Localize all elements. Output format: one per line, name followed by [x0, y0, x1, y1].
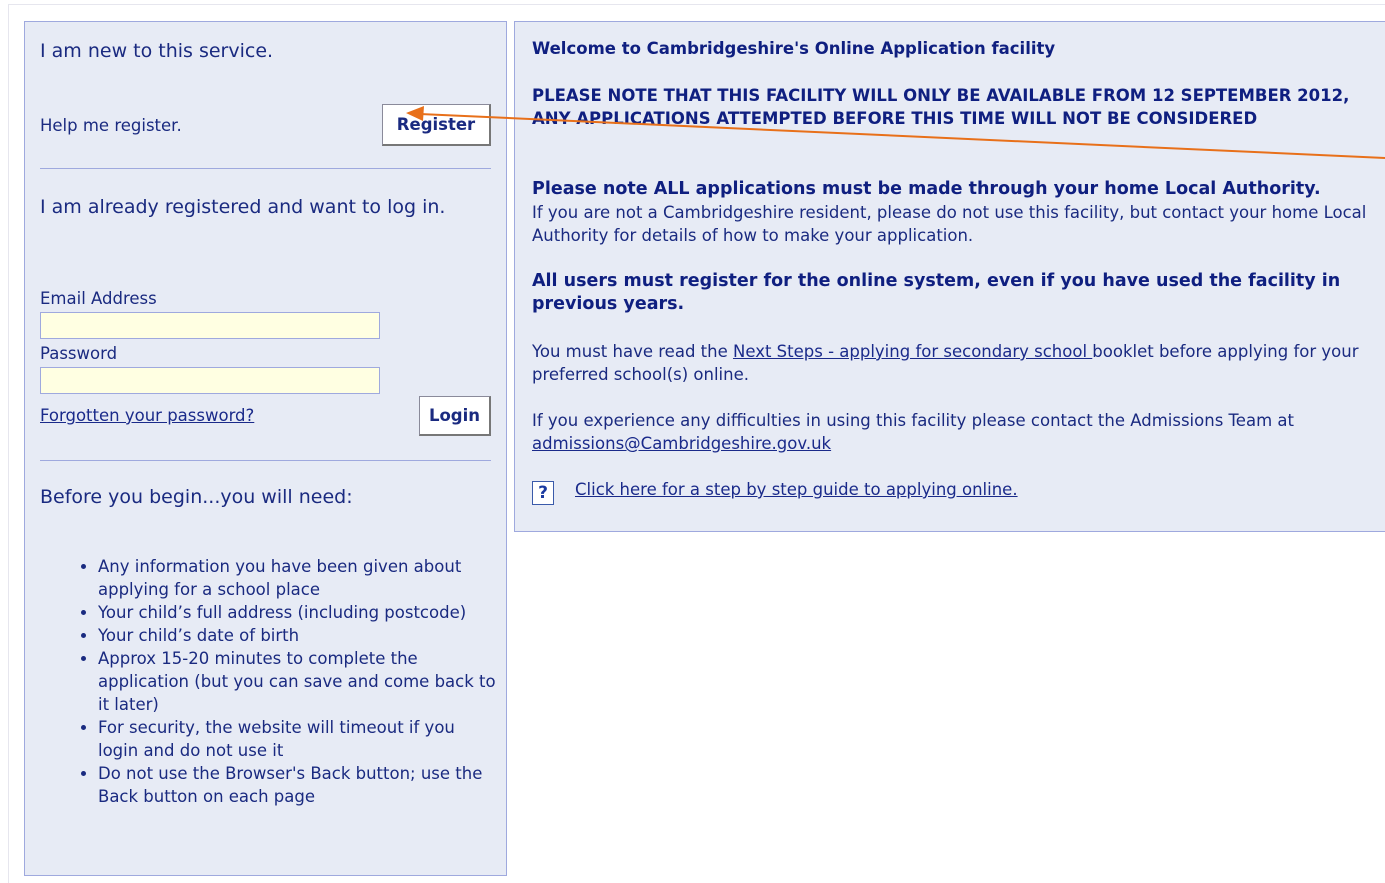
difficulties-text: If you experience any difficulties in us… [532, 411, 1294, 430]
list-item: Do not use the Browser's Back button; us… [98, 762, 498, 808]
difficulties-note: If you experience any difficulties in us… [532, 409, 1372, 455]
registered-heading: I am already registered and want to log … [40, 196, 446, 218]
forgot-password-link[interactable]: Forgotten your password? [40, 406, 254, 425]
next-steps-prefix: You must have read the [532, 342, 733, 361]
welcome-panel: Welcome to Cambridgeshire's Online Appli… [514, 21, 1385, 532]
login-button[interactable]: Login [419, 396, 491, 436]
list-item: For security, the website will timeout i… [98, 716, 498, 762]
help-register-label: Help me register. [40, 116, 182, 135]
password-field[interactable] [40, 367, 380, 394]
welcome-title: Welcome to Cambridgeshire's Online Appli… [532, 39, 1056, 58]
register-button[interactable]: Register [382, 104, 491, 146]
list-item: Your child’s full address (including pos… [98, 601, 498, 624]
next-steps-note: You must have read the Next Steps - appl… [532, 340, 1372, 386]
home-la-note: Please note ALL applications must be mad… [532, 177, 1372, 247]
availability-notice: PLEASE NOTE THAT THIS FACILITY WILL ONLY… [532, 86, 1350, 128]
password-label: Password [40, 344, 118, 363]
email-label: Email Address [40, 289, 157, 308]
list-item: Approx 15-20 minutes to complete the app… [98, 647, 498, 716]
login-panel: I am new to this service. Help me regist… [24, 21, 507, 876]
admissions-email-link[interactable]: admissions@Cambridgeshire.gov.uk [532, 434, 831, 453]
email-field[interactable] [40, 312, 380, 339]
help-icon[interactable]: ? [532, 481, 554, 505]
list-item: Any information you have been given abou… [98, 555, 498, 601]
register-all-users-note: All users must register for the online s… [532, 271, 1341, 314]
requirements-list: Any information you have been given abou… [40, 555, 498, 808]
home-la-text: If you are not a Cambridgeshire resident… [532, 203, 1367, 245]
next-steps-booklet-link[interactable]: Next Steps - applying for secondary scho… [733, 342, 1092, 361]
list-item: Your child’s date of birth [98, 624, 498, 647]
divider [40, 460, 491, 461]
home-la-bold: Please note ALL applications must be mad… [532, 179, 1321, 199]
divider [40, 168, 491, 169]
new-user-heading: I am new to this service. [40, 40, 274, 62]
step-by-step-guide-link[interactable]: Click here for a step by step guide to a… [575, 480, 1018, 499]
before-you-begin-heading: Before you begin...you will need: [40, 486, 353, 508]
